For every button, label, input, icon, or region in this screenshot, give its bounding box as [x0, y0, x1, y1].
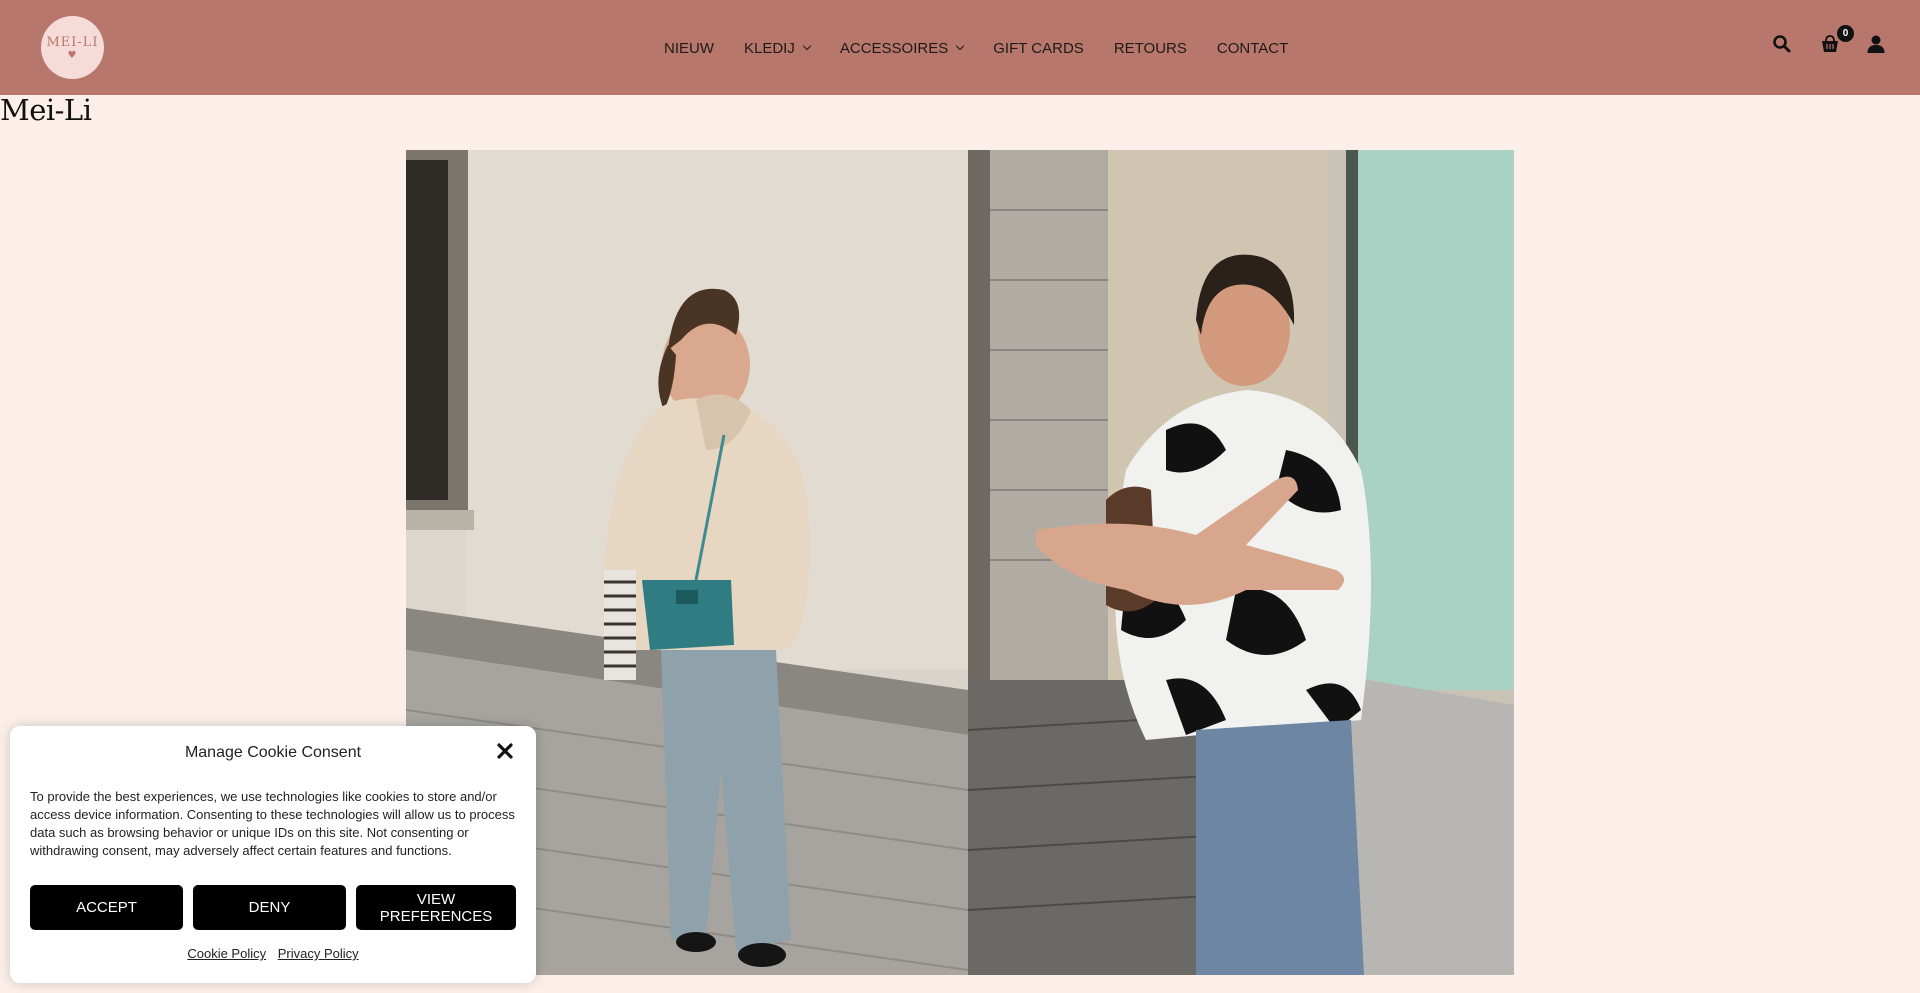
chevron-down-icon [955, 41, 965, 51]
cart-icon[interactable]: 0 [1820, 25, 1854, 56]
view-preferences-button[interactable]: VIEW PREFERENCES [356, 885, 516, 930]
cookie-links: Cookie Policy Privacy Policy [10, 946, 536, 961]
cookie-consent-dialog: Manage Cookie Consent To provide the bes… [10, 726, 536, 983]
account-icon[interactable] [1866, 34, 1888, 56]
heart-icon: ♥ [67, 49, 78, 61]
nav-item-label: GIFT CARDS [993, 39, 1084, 57]
nav-item-nieuw[interactable]: NIEUW [664, 40, 714, 57]
photo-right [967, 150, 1514, 975]
close-icon[interactable] [496, 742, 514, 760]
nav-item-gift-cards[interactable]: GIFT CARDS [993, 40, 1084, 57]
chevron-down-icon [802, 41, 812, 51]
main-nav: NIEUW KLEDIJ ACCESSOIRES GIFT CARDS RETO… [664, 38, 1318, 58]
nav-item-accessoires[interactable]: ACCESSOIRES [839, 39, 965, 57]
logo-text: MEI-LI [46, 34, 99, 50]
cookie-description: To provide the best experiences, we use … [30, 789, 515, 858]
accept-button[interactable]: ACCEPT [30, 885, 183, 930]
nav-item-label: CONTACT [1216, 39, 1289, 57]
nav-item-label: RETOURS [1113, 39, 1187, 57]
deny-button[interactable]: DENY [193, 885, 346, 930]
cookie-policy-link[interactable]: Cookie Policy [187, 946, 266, 961]
site-header: MEI-LI ♥ NIEUW KLEDIJ ACCESSOIRES GIFT C… [0, 0, 1920, 95]
nav-item-label: NIEUW [664, 39, 714, 57]
nav-item-retours[interactable]: RETOURS [1114, 40, 1187, 57]
nav-item-label: ACCESSOIRES [839, 39, 949, 57]
nav-item-kledij[interactable]: KLEDIJ [744, 39, 812, 57]
search-icon[interactable] [1772, 34, 1794, 56]
nav-item-contact[interactable]: CONTACT [1217, 40, 1288, 57]
cart-count-badge: 0 [1837, 25, 1854, 42]
nav-item-label: KLEDIJ [744, 39, 795, 57]
cookie-title: Manage Cookie Consent [184, 744, 362, 761]
page-title: Mei-Li [0, 93, 92, 127]
site-logo[interactable]: MEI-LI ♥ [41, 16, 104, 79]
privacy-policy-link[interactable]: Privacy Policy [278, 946, 359, 961]
hero-image [406, 150, 1514, 975]
